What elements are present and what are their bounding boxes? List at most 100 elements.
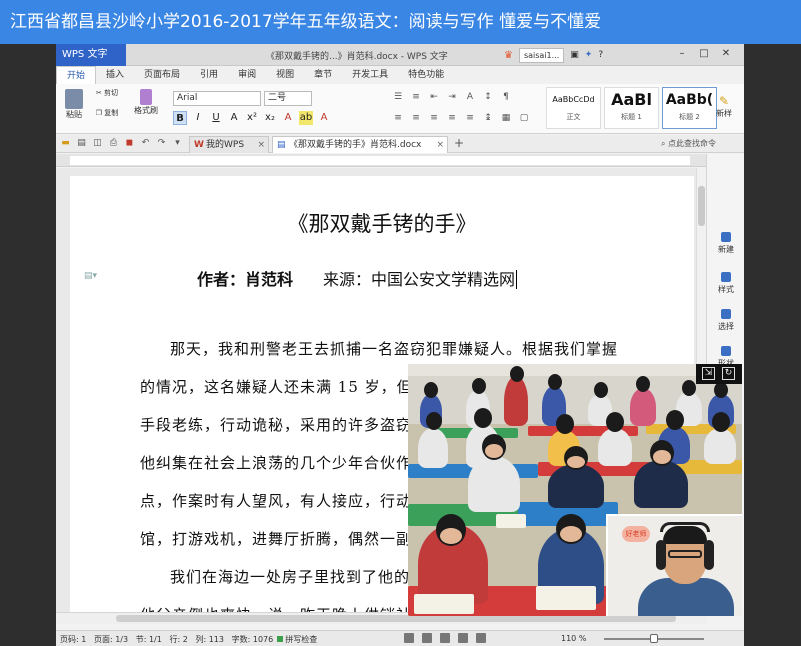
redo-icon[interactable]: ↷ <box>156 138 167 149</box>
refresh-icon[interactable]: ↻ <box>722 367 735 380</box>
tab-review[interactable]: 审阅 <box>228 66 266 84</box>
style-icon <box>721 272 731 282</box>
tab-section[interactable]: 章节 <box>304 66 342 84</box>
print-preview-icon[interactable]: ◫ <box>92 138 103 149</box>
skin-icon[interactable]: ▣ <box>570 50 579 60</box>
save-icon[interactable]: ▤ <box>76 138 87 149</box>
spell-check-status[interactable]: 拼写检查 <box>285 635 317 644</box>
tab-my-wps[interactable]: W 我的WPS × <box>189 136 269 153</box>
teacher-glasses <box>668 550 702 558</box>
tab-home[interactable]: 开始 <box>56 66 97 84</box>
open-icon[interactable]: ▬ <box>60 138 71 149</box>
word-count[interactable]: 字数: 1076 <box>232 635 274 644</box>
copy-button[interactable]: ❐ 复制 <box>92 108 122 118</box>
customize-icon[interactable]: ▾ <box>172 138 183 149</box>
highlight-button[interactable]: ab <box>299 111 313 125</box>
style-heading-1[interactable]: AaBl 标题 1 <box>604 87 659 129</box>
shirt-icon[interactable]: ✦ <box>585 50 593 60</box>
strikethrough-button[interactable]: A <box>227 111 241 125</box>
decrease-indent-icon[interactable]: ⇤ <box>427 90 441 104</box>
new-tab-icon[interactable]: + <box>454 136 464 150</box>
ceiling <box>408 364 742 376</box>
maximize-icon[interactable]: □ <box>696 46 712 62</box>
minimize-icon[interactable]: – <box>674 46 690 62</box>
status-info: 页码: 1 页面: 1/3 节: 1/1 行: 2 列: 113 字数: 107… <box>60 634 317 645</box>
font-size-select[interactable]: 二号 <box>264 91 312 106</box>
shading-icon[interactable]: ▦ <box>499 111 513 125</box>
ribbon: 粘贴 ✂ 剪切 ❐ 复制 格式刷 Arial 二号 B I U A x² x₂ … <box>56 84 744 134</box>
scroll-thumb[interactable] <box>698 186 705 226</box>
text-color-button[interactable]: A <box>317 111 331 125</box>
superscript-button[interactable]: x² <box>245 111 259 125</box>
sort-icon[interactable]: ↕ <box>481 90 495 104</box>
reading-view-icon[interactable] <box>458 633 468 643</box>
horizontal-ruler[interactable] <box>56 154 706 167</box>
italic-button[interactable]: I <box>191 111 205 125</box>
tab-document[interactable]: ▤ 《那双戴手铐的手》肖范科.docx × <box>272 136 448 153</box>
task-select[interactable]: 选择 <box>707 309 744 332</box>
line-spacing-icon[interactable]: ↨ <box>481 111 495 125</box>
align-left-icon[interactable]: ≡ <box>391 111 405 125</box>
numbering-icon[interactable]: ≡ <box>409 90 423 104</box>
font-color-button[interactable]: A <box>281 111 295 125</box>
bold-button[interactable]: B <box>173 111 187 125</box>
user-name-button[interactable]: saisai1... <box>518 47 565 63</box>
justify-icon[interactable]: ≡ <box>445 111 459 125</box>
page-view-icon[interactable] <box>404 633 414 643</box>
subscript-button[interactable]: x₂ <box>263 111 277 125</box>
undo-icon[interactable]: ↶ <box>140 138 151 149</box>
tab-special[interactable]: 特色功能 <box>398 66 454 84</box>
paragraph-handle-icon[interactable]: ▤▾ <box>84 271 97 281</box>
chinese-layout-icon[interactable]: A <box>463 90 477 104</box>
teacher-video[interactable]: 好老师 <box>606 514 742 616</box>
increase-indent-icon[interactable]: ⇥ <box>445 90 459 104</box>
style-heading-2[interactable]: AaBb( 标题 2 <box>662 87 717 129</box>
export-pdf-icon[interactable]: ◼ <box>124 138 135 149</box>
paste-button[interactable]: 粘贴 <box>62 89 86 120</box>
outline-view-icon[interactable] <box>422 633 432 643</box>
align-right-icon[interactable]: ≡ <box>427 111 441 125</box>
body-line: 他纠集在社会上浪荡的几个少年合伙作 <box>140 454 413 472</box>
style-normal[interactable]: AaBbCcDd 正文 <box>546 87 601 129</box>
tab-view[interactable]: 视图 <box>266 66 304 84</box>
cut-button[interactable]: ✂ 剪切 <box>92 88 122 98</box>
align-center-icon[interactable]: ≡ <box>409 111 423 125</box>
cut-label: 剪切 <box>104 89 119 97</box>
tab-developer[interactable]: 开发工具 <box>342 66 398 84</box>
scroll-thumb[interactable] <box>116 615 676 622</box>
task-new[interactable]: 新建 <box>707 232 744 255</box>
scissors-icon: ✂ <box>95 89 102 97</box>
quick-access-bar: ▬ ▤ ◫ ⎙ ◼ ↶ ↷ ▾ W 我的WPS × ▤ 《那双戴手铐的手》肖范科… <box>56 135 744 153</box>
text-cursor <box>516 270 518 289</box>
bullets-icon[interactable]: ☰ <box>391 90 405 104</box>
distribute-icon[interactable]: ≡ <box>463 111 477 125</box>
close-icon[interactable]: × <box>257 137 265 154</box>
web-view-icon[interactable] <box>440 633 450 643</box>
tab-insert[interactable]: 插入 <box>96 66 134 84</box>
command-search[interactable]: ⌕ 点此查找命令 <box>661 138 716 149</box>
border-icon[interactable]: ▢ <box>517 111 531 125</box>
format-painter-button[interactable]: 格式刷 <box>128 89 164 116</box>
tab-references[interactable]: 引用 <box>190 66 228 84</box>
print-icon[interactable]: ⎙ <box>108 138 119 149</box>
zoom-level[interactable]: 110 % <box>561 634 586 643</box>
close-icon[interactable]: × <box>436 137 444 154</box>
tab-label: 《那双戴手铐的手》肖范科.docx <box>289 140 422 150</box>
eye-protect-icon[interactable] <box>476 633 486 643</box>
tab-page-layout[interactable]: 页面布局 <box>134 66 190 84</box>
font-family-select[interactable]: Arial <box>173 91 261 106</box>
command-search-label: 点此查找命令 <box>668 139 717 148</box>
wps-menu-button[interactable]: WPS 文字 <box>56 44 126 66</box>
help-icon[interactable]: ? <box>598 50 603 60</box>
classroom-video[interactable]: ⇲ ↻ 好老师 <box>408 364 742 616</box>
close-icon[interactable]: ✕ <box>718 46 734 62</box>
task-style[interactable]: 样式 <box>707 272 744 295</box>
underline-button[interactable]: U <box>209 111 223 125</box>
zoom-slider-handle[interactable] <box>650 634 658 643</box>
status-col: 列: 113 <box>195 635 224 644</box>
show-marks-icon[interactable]: ¶ <box>499 90 513 104</box>
new-style-button[interactable]: ✎ 新样 <box>716 94 732 119</box>
body-line: 的情况，这名嫌疑人还未满 15 岁，但 <box>140 378 413 396</box>
style-gallery: AaBbCcDd 正文 AaBl 标题 1 AaBb( 标题 2 <box>546 87 717 129</box>
collapse-icon[interactable]: ⇲ <box>702 367 715 380</box>
